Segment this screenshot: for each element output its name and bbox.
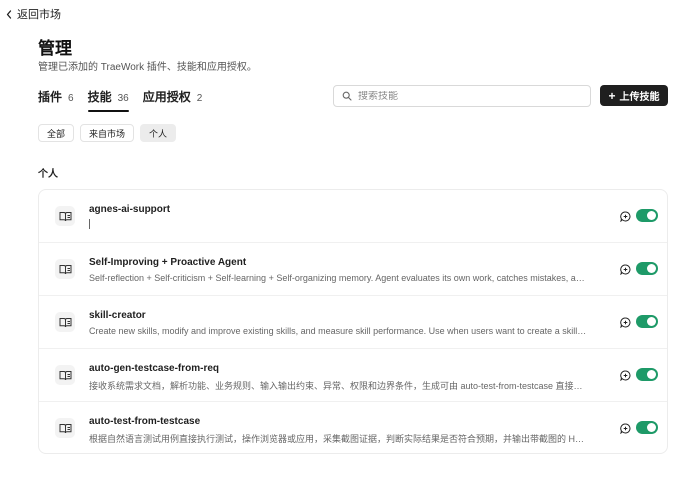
skill-name: skill-creator [89, 310, 146, 321]
text-cursor [89, 219, 90, 229]
chat-add-icon[interactable] [619, 263, 631, 275]
upload-skill-button[interactable]: + 上传技能 [600, 85, 668, 106]
toggle-knob [647, 211, 656, 220]
tab-plugins[interactable]: 插件 6 [38, 88, 74, 106]
tab-count: 36 [117, 93, 129, 104]
search-input[interactable] [358, 90, 578, 102]
toggle-knob [647, 370, 656, 379]
back-to-market-link[interactable]: 返回市场 [6, 7, 61, 21]
filter-all[interactable]: 全部 [38, 124, 75, 142]
skill-description: Create new skills, modify and improve ex… [89, 326, 587, 336]
skill-enable-toggle[interactable] [636, 421, 658, 434]
chat-add-icon[interactable] [619, 369, 631, 381]
skill-description: 根据自然语言测试用例直接执行测试，操作浏览器或应用，采集截图证据，判断实际结果是… [89, 434, 587, 444]
toggle-knob [647, 264, 656, 273]
skill-description: 接收系统需求文档，解析功能、业务规则、输入输出约束、异常、权限和边界条件，生成可… [89, 381, 587, 391]
skill-row[interactable]: auto-test-from-testcase 根据自然语言测试用例直接执行测试… [39, 402, 667, 453]
filter-personal[interactable]: 个人 [140, 124, 177, 142]
tab-skills[interactable]: 技能 36 [87, 88, 129, 112]
plus-icon: + [608, 88, 616, 103]
chevron-left-icon [6, 9, 12, 19]
book-icon [55, 365, 75, 385]
back-label: 返回市场 [17, 9, 61, 21]
section-title: 个人 [38, 169, 58, 180]
chat-add-icon[interactable] [619, 210, 631, 222]
tab-label: 应用授权 [142, 90, 191, 104]
tab-count: 6 [68, 93, 74, 104]
skill-name: auto-test-from-testcase [89, 416, 201, 427]
skill-description: Self-reflection + Self-criticism + Self-… [89, 273, 587, 283]
book-icon [55, 259, 75, 279]
tab-label: 技能 [87, 90, 112, 104]
skill-enable-toggle[interactable] [636, 209, 658, 222]
chat-add-icon[interactable] [619, 422, 631, 434]
book-icon [55, 418, 75, 438]
skill-name: agnes-ai-support [89, 204, 171, 215]
skill-enable-toggle[interactable] [636, 262, 658, 275]
page-title: 管理 [38, 39, 72, 58]
tab-label: 插件 [38, 90, 63, 104]
filter-from-market[interactable]: 来自市场 [80, 124, 135, 142]
skill-row[interactable]: auto-gen-testcase-from-req 接收系统需求文档，解析功能… [39, 349, 667, 402]
skill-row[interactable]: skill-creator Create new skills, modify … [39, 296, 667, 349]
skill-name: auto-gen-testcase-from-req [89, 363, 220, 374]
skill-row[interactable]: Self-Improving + Proactive Agent Self-re… [39, 243, 667, 296]
chat-add-icon[interactable] [619, 316, 631, 328]
filter-chips: 全部 来自市场 个人 [38, 124, 177, 142]
skill-list: agnes-ai-support Self-Improving + Proact… [38, 189, 668, 454]
skill-enable-toggle[interactable] [636, 368, 658, 381]
skill-name: Self-Improving + Proactive Agent [89, 257, 247, 268]
skill-row[interactable]: agnes-ai-support [39, 190, 667, 243]
tab-app-authorization[interactable]: 应用授权 2 [143, 88, 203, 106]
search-box [333, 85, 591, 107]
page-subtitle: 管理已添加的 TraeWork 插件、技能和应用授权。 [38, 62, 257, 73]
tab-count: 2 [196, 93, 203, 104]
book-icon [55, 206, 75, 226]
toggle-knob [647, 423, 656, 432]
upload-skill-label: 上传技能 [619, 92, 660, 103]
skill-enable-toggle[interactable] [636, 315, 658, 328]
tab-bar: 插件 6 技能 36 应用授权 2 [38, 88, 216, 112]
search-icon [342, 91, 352, 101]
toggle-knob [647, 317, 656, 326]
book-icon [55, 312, 75, 332]
